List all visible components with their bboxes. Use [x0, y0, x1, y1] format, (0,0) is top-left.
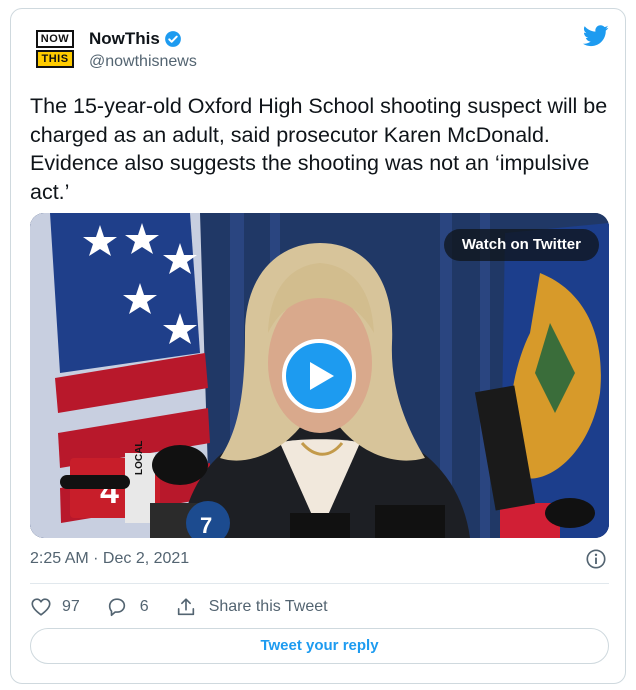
mic-label-local: LOCAL — [134, 441, 145, 475]
share-button[interactable]: Share this Tweet — [175, 596, 328, 618]
tweet-timestamp[interactable]: 2:25 AM · Dec 2, 2021 — [30, 550, 189, 568]
like-count: 97 — [62, 598, 80, 615]
play-icon — [310, 362, 334, 390]
reply-button[interactable]: 6 — [106, 596, 175, 618]
like-button[interactable]: 97 — [30, 596, 106, 618]
tweet-actions: 97 6 Share this Tweet — [30, 594, 328, 620]
divider — [30, 583, 609, 584]
account-handle[interactable]: @nowthisnews — [89, 53, 197, 71]
info-icon[interactable] — [585, 548, 607, 570]
play-button[interactable] — [282, 339, 356, 413]
reply-bubble-icon — [108, 598, 125, 617]
logo-text-now: NOW — [36, 30, 74, 48]
verified-badge-icon — [164, 31, 181, 47]
share-label: Share this Tweet — [208, 598, 328, 615]
video-player[interactable]: LOCAL 4 7 Watch on Twitter — [30, 213, 609, 538]
account-name-label: NowThis — [89, 29, 160, 48]
twitter-bird-icon[interactable] — [583, 25, 609, 47]
reply-count: 6 — [139, 598, 149, 615]
tweet-text: The 15-year-old Oxford High School shoot… — [30, 94, 608, 204]
mic-number-7: 7 — [200, 513, 212, 538]
share-icon — [177, 598, 194, 616]
tweet-your-reply-button[interactable]: Tweet your reply — [30, 628, 609, 664]
logo-text-this: THIS — [36, 50, 74, 68]
account-name[interactable]: NowThis — [89, 29, 182, 49]
account-avatar[interactable]: NOW THIS — [36, 30, 74, 68]
watch-on-twitter-button[interactable]: Watch on Twitter — [443, 229, 599, 261]
heart-icon — [31, 598, 51, 616]
